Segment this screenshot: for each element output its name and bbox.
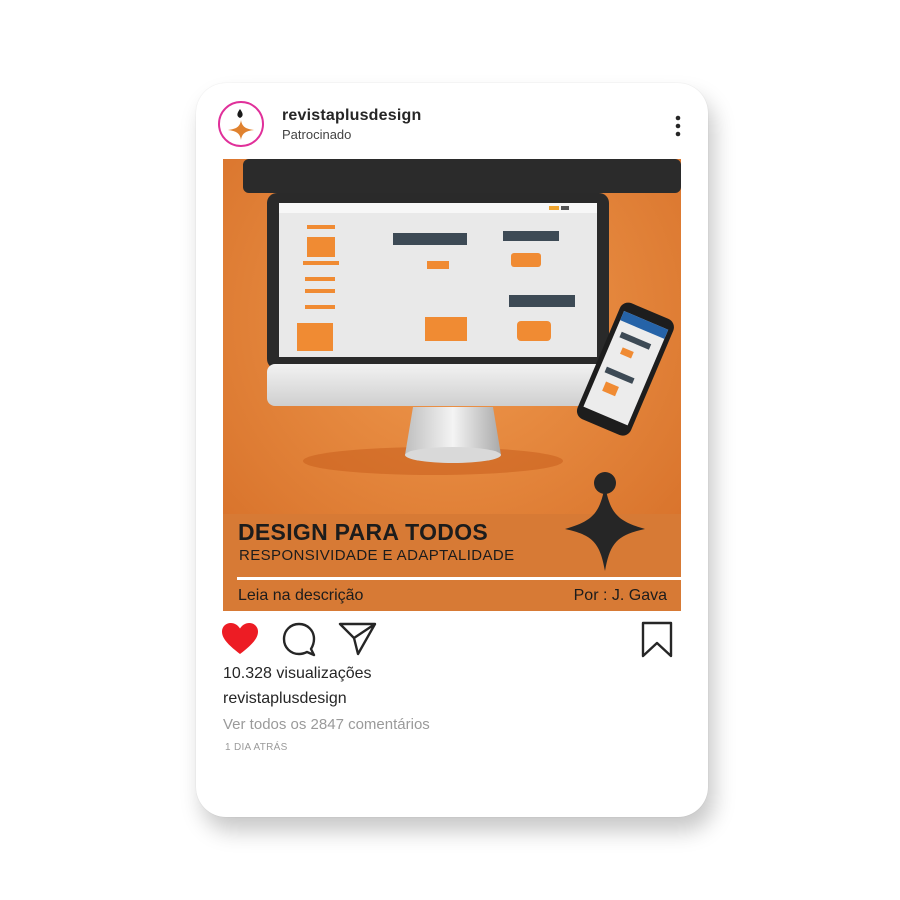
read-more-text: Leia na descrição	[238, 587, 364, 604]
sponsored-label: Patrocinado	[282, 127, 352, 142]
author-text: Por : J. Gava	[573, 587, 667, 604]
post-image[interactable]: DESIGN PARA TODOS RESPONSIVIDADE E ADAPT…	[223, 159, 681, 611]
view-comments-link[interactable]: Ver todos os 2847 comentários	[223, 716, 430, 733]
heart-icon[interactable]	[221, 622, 259, 661]
more-vertical-icon[interactable]	[670, 113, 690, 139]
instagram-post-card: revistaplusdesign Patrocinado DESIGN PAR…	[196, 83, 708, 817]
post-subtitle: RESPONSIVIDADE E ADAPTALIDADE	[239, 547, 515, 564]
send-icon[interactable]	[338, 621, 378, 662]
bookmark-icon[interactable]	[640, 621, 674, 664]
username[interactable]: revistaplusdesign	[282, 107, 421, 125]
sparkle-logo-icon	[228, 109, 254, 140]
post-title: DESIGN PARA TODOS	[238, 519, 489, 545]
divider	[237, 577, 681, 580]
avatar[interactable]	[218, 101, 264, 147]
caption-username[interactable]: revistaplusdesign	[223, 690, 347, 708]
comment-icon[interactable]	[281, 621, 317, 662]
post-timestamp: 1 DIA ATRÁS	[225, 742, 288, 753]
views-count: 10.328 visualizações	[223, 665, 372, 682]
